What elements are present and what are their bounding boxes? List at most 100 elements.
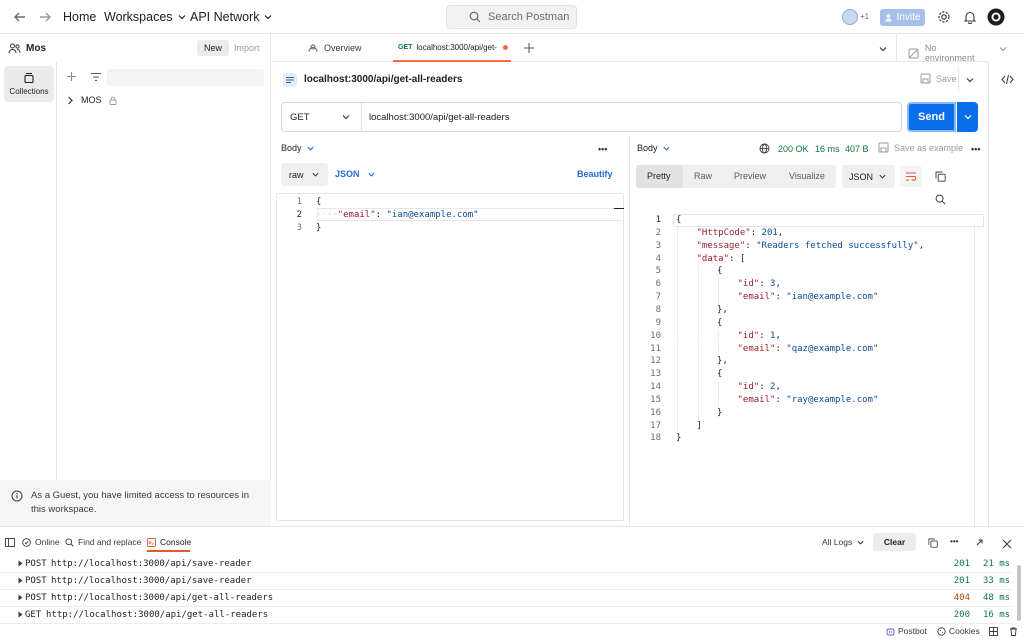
save-as-example-button[interactable]: Save as example — [878, 142, 963, 153]
nav-home[interactable]: Home — [63, 10, 96, 24]
layout-grid-icon[interactable] — [989, 627, 998, 636]
bell-icon[interactable] — [963, 10, 977, 24]
request-body-editor[interactable] — [276, 193, 624, 521]
caret-right-icon[interactable] — [18, 560, 23, 567]
console-log-row[interactable]: GET http://localhost:3000/api/get-all-rea… — [0, 607, 1012, 624]
chevron-down-icon[interactable] — [878, 44, 888, 54]
postbot-button[interactable]: Postbot — [886, 626, 927, 636]
caret-right-icon[interactable] — [18, 594, 23, 601]
sidebar-item-collections[interactable]: Collections — [4, 66, 54, 102]
response-time[interactable]: 16 ms — [815, 144, 840, 154]
forward-arrow-icon[interactable] — [37, 9, 53, 25]
chevron-down-icon — [265, 15, 272, 20]
cookies-button[interactable]: Cookies — [937, 626, 980, 636]
log-time: 21 ms — [983, 559, 1011, 569]
profile-avatar-icon[interactable] — [987, 8, 1005, 26]
nav-workspaces-label: Workspaces — [104, 10, 173, 24]
request-header: localhost:3000/api/get-all-readers Save — [271, 62, 988, 98]
console-log-row[interactable]: POST http://localhost:3000/api/save-reade… — [0, 556, 1012, 573]
indent-guide — [677, 381, 678, 394]
wrap-lines-icon — [906, 172, 917, 181]
chevron-down-icon[interactable] — [965, 75, 975, 85]
indent-guide — [697, 342, 699, 356]
response-format-select[interactable]: JSON — [842, 165, 895, 188]
send-button[interactable]: Send — [907, 102, 956, 132]
indent-guide — [677, 291, 678, 304]
invite-button[interactable]: Invite — [880, 9, 925, 26]
console-tab[interactable]: Console — [147, 537, 191, 547]
expand-icon[interactable] — [975, 538, 984, 547]
nav-workspaces[interactable]: Workspaces — [104, 10, 187, 24]
postbot-icon — [886, 628, 895, 635]
search-icon — [469, 11, 481, 23]
code-snippet-icon[interactable] — [1001, 74, 1014, 85]
online-status[interactable]: Online — [22, 537, 60, 547]
avatar[interactable] — [842, 9, 858, 25]
environment-select[interactable]: No environment — [908, 43, 988, 63]
indent-guide — [677, 419, 678, 433]
tab-pretty[interactable]: Pretty — [647, 171, 671, 181]
trash-icon[interactable] — [1009, 627, 1018, 636]
json-punctuation: , — [775, 279, 781, 290]
unsaved-dot-icon — [502, 44, 508, 50]
sidebar-toggle-icon[interactable] — [5, 538, 15, 547]
back-arrow-icon[interactable] — [12, 9, 28, 25]
find-replace-button[interactable]: Find and replace — [65, 537, 141, 547]
chevron-down-icon — [342, 115, 350, 120]
log-filter-select[interactable]: All Logs — [822, 537, 865, 547]
new-tab-icon[interactable] — [523, 42, 535, 54]
chevron-right-icon — [68, 96, 73, 104]
console-log-row[interactable]: POST http://localhost:3000/api/get-all-re… — [0, 590, 1012, 607]
code-line: } — [717, 407, 723, 418]
copy-icon[interactable] — [935, 171, 946, 182]
gear-icon[interactable] — [937, 10, 951, 24]
chevron-down-icon — [367, 172, 375, 177]
caret-right-icon[interactable] — [18, 611, 23, 618]
request-title[interactable]: localhost:3000/api/get-all-readers — [304, 74, 462, 85]
body-format-select[interactable]: JSON — [335, 169, 376, 179]
add-icon[interactable] — [66, 71, 77, 82]
json-punctuation: , — [775, 382, 781, 393]
json-value: 201 — [761, 227, 778, 238]
add-user-icon — [885, 14, 892, 22]
nav-api-network[interactable]: API Network — [190, 10, 273, 24]
tab-get-all-readers[interactable]: GET localhost:3000/api/get- — [393, 34, 511, 62]
tab-preview[interactable]: Preview — [734, 171, 766, 181]
import-button[interactable]: Import — [227, 40, 267, 56]
chevron-down-icon[interactable] — [998, 44, 1008, 54]
beautify-button[interactable]: Beautify — [577, 169, 613, 179]
globe-icon[interactable] — [759, 143, 770, 154]
save-button[interactable]: Save — [920, 73, 957, 84]
new-button[interactable]: New — [197, 40, 230, 56]
clear-button[interactable]: Clear — [873, 533, 916, 551]
url-input[interactable]: localhost:3000/api/get-all-readers — [369, 112, 509, 123]
wrap-lines-button[interactable] — [900, 166, 922, 187]
console-scrollbar[interactable] — [1017, 565, 1021, 621]
divider — [896, 34, 897, 62]
collection-item-mos[interactable]: MOS — [66, 95, 117, 105]
tab-raw[interactable]: Raw — [694, 171, 712, 181]
copy-icon[interactable] — [928, 538, 938, 548]
search-icon[interactable] — [935, 194, 946, 205]
console-log-row[interactable]: POST http://localhost:3000/api/save-reade… — [0, 573, 1012, 590]
more-options-icon[interactable]: ••• — [598, 144, 607, 154]
filter-icon[interactable] — [90, 72, 102, 82]
code-line: "email": "qaz@example.com" — [737, 343, 879, 354]
more-options-icon[interactable]: ••• — [950, 537, 958, 546]
caret-right-icon[interactable] — [18, 577, 23, 584]
body-mode-select[interactable]: raw — [281, 163, 328, 186]
request-body-tab[interactable]: Body — [281, 143, 315, 153]
response-status[interactable]: 200 OK — [778, 144, 809, 154]
more-options-icon[interactable]: ••• — [971, 144, 980, 154]
response-size[interactable]: 407 B — [845, 144, 869, 154]
method-select[interactable]: GET — [282, 103, 362, 131]
search-input[interactable]: Search Postman — [446, 5, 577, 29]
close-icon[interactable] — [1002, 539, 1012, 549]
collections-search-input[interactable] — [107, 69, 264, 86]
json-punctuation: , — [775, 330, 781, 341]
response-body-tab[interactable]: Body — [637, 143, 671, 153]
send-options-button[interactable] — [957, 102, 978, 132]
tab-visualize[interactable]: Visualize — [789, 171, 825, 181]
tab-overview[interactable]: Overview — [307, 43, 362, 53]
indent-guide — [677, 406, 678, 420]
